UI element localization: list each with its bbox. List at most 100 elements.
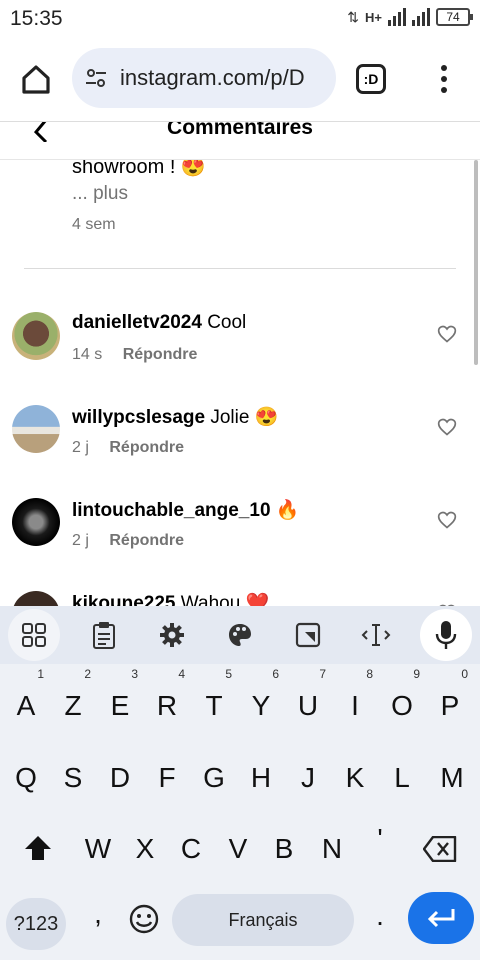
keyboard-toolbar (0, 606, 480, 664)
key-w[interactable]: W (76, 823, 120, 875)
browser-toolbar: instagram.com/p/D :D (0, 36, 480, 122)
key-g[interactable]: G (192, 752, 236, 804)
key-j[interactable]: J (286, 752, 330, 804)
key-period[interactable]: . (358, 890, 402, 942)
avatar[interactable] (12, 591, 60, 606)
key-apostrophe[interactable]: ' (358, 813, 402, 865)
key-i[interactable]: I8 (333, 668, 377, 732)
comment-line: danielletv2024 Cool (72, 312, 246, 334)
key-r[interactable]: R4 (145, 668, 189, 732)
reply-button[interactable]: Répondre (123, 346, 198, 363)
comment-item: danielletv2024 Cool 14 s Répondre (0, 312, 480, 392)
shift-key[interactable] (16, 823, 60, 875)
voice-input-button[interactable] (420, 609, 472, 661)
space-bar[interactable]: Français (172, 894, 354, 946)
keyboard: A1 Z2 E3 R4 T5 Y6 U7 I8 O9 P0 Q S D F G … (0, 606, 480, 960)
key-o[interactable]: O9 (380, 668, 424, 732)
status-bar: 15:35 ⇅ H+ 74 (0, 0, 480, 36)
network-type: H+ (365, 9, 382, 25)
one-handed-mode-icon[interactable] (292, 619, 324, 651)
clipboard-icon[interactable] (88, 619, 120, 651)
key-z[interactable]: Z2 (51, 668, 95, 732)
avatar[interactable] (12, 312, 60, 360)
address-bar[interactable]: instagram.com/p/D (72, 48, 336, 108)
text-cursor-icon[interactable] (360, 619, 392, 651)
comment-line: kikoune225 Wahou ❤️ (72, 591, 269, 606)
browser-menu-button[interactable] (432, 62, 456, 98)
key-b[interactable]: B (262, 823, 306, 875)
comments-list[interactable]: showroom ! 😍 ... plus 4 sem danielletv20… (0, 160, 480, 606)
previous-comment-time: 4 sem (72, 216, 116, 233)
avatar[interactable] (12, 405, 60, 453)
key-k[interactable]: K (333, 752, 377, 804)
status-icons: ⇅ H+ 74 (347, 8, 473, 26)
backspace-icon (422, 835, 457, 863)
signal-icon (388, 8, 406, 26)
comment-username[interactable]: danielletv2024 (72, 312, 202, 333)
symbols-key[interactable]: ?123 (6, 898, 66, 950)
key-y[interactable]: Y6 (239, 668, 283, 732)
comment-item: kikoune225 Wahou ❤️ (0, 591, 480, 606)
key-comma[interactable]: , (76, 888, 120, 940)
comment-text: 🔥 (275, 500, 300, 521)
key-q[interactable]: Q (4, 752, 48, 804)
key-p[interactable]: P0 (428, 668, 472, 732)
key-c[interactable]: C (169, 823, 213, 875)
key-v[interactable]: V (216, 823, 260, 875)
like-heart-icon[interactable] (437, 510, 457, 530)
comment-item: lintouchable_ange_10 🔥 2 j Répondre (0, 498, 480, 578)
comment-time: 2 j (72, 439, 89, 456)
like-heart-icon[interactable] (437, 324, 457, 344)
signal-2-icon (412, 8, 430, 26)
battery-icon: 74 (436, 8, 473, 26)
enter-arrow-icon (427, 909, 455, 928)
home-icon (22, 65, 50, 94)
data-arrows-icon: ⇅ (347, 8, 360, 25)
home-button[interactable] (14, 58, 58, 102)
microphone-icon (435, 621, 457, 649)
key-h[interactable]: H (239, 752, 283, 804)
previous-comment-text: showroom ! 😍 (72, 160, 206, 178)
avatar[interactable] (12, 498, 60, 546)
key-e[interactable]: E3 (98, 668, 142, 732)
scrollbar[interactable] (474, 160, 478, 365)
settings-gear-icon[interactable] (156, 619, 188, 651)
reply-button[interactable]: Répondre (109, 532, 184, 549)
apps-grid-icon[interactable] (18, 619, 50, 651)
comment-item: willypcslesage Jolie 😍 2 j Répondre (0, 405, 480, 485)
more-link[interactable]: ... plus (72, 183, 128, 205)
status-time: 15:35 (10, 7, 63, 30)
backspace-key[interactable] (418, 823, 462, 875)
like-heart-icon[interactable] (437, 417, 457, 437)
key-a[interactable]: A1 (4, 668, 48, 732)
key-x[interactable]: X (123, 823, 167, 875)
comment-username[interactable]: kikoune225 (72, 593, 176, 606)
comment-time: 2 j (72, 532, 89, 549)
key-s[interactable]: S (51, 752, 95, 804)
comment-username[interactable]: lintouchable_ange_10 (72, 500, 271, 521)
key-t[interactable]: T5 (192, 668, 236, 732)
theme-palette-icon[interactable] (224, 619, 256, 651)
site-settings-icon[interactable] (84, 66, 108, 90)
comments-header: Commentaires (0, 122, 480, 160)
key-f[interactable]: F (145, 752, 189, 804)
comment-username[interactable]: willypcslesage (72, 407, 205, 428)
reply-button[interactable]: Répondre (109, 439, 184, 456)
comment-line: willypcslesage Jolie 😍 (72, 405, 278, 429)
key-l[interactable]: L (380, 752, 424, 804)
key-n[interactable]: N (310, 823, 354, 875)
emoji-smiley-icon (129, 904, 159, 934)
comment-text: Wahou ❤️ (180, 593, 270, 606)
key-d[interactable]: D (98, 752, 142, 804)
enter-button[interactable] (408, 892, 474, 944)
page-title: Commentaires (167, 122, 313, 139)
comment-meta: 2 j Répondre (72, 532, 184, 550)
url-text[interactable]: instagram.com/p/D (120, 65, 326, 91)
emoji-key[interactable] (122, 893, 166, 945)
key-u[interactable]: U7 (286, 668, 330, 732)
comment-meta: 2 j Répondre (72, 439, 184, 457)
tab-switcher-button[interactable]: :D (356, 64, 386, 94)
key-m[interactable]: M (430, 752, 474, 804)
comment-text: Jolie 😍 (210, 407, 279, 428)
comment-line: lintouchable_ange_10 🔥 (72, 498, 299, 522)
